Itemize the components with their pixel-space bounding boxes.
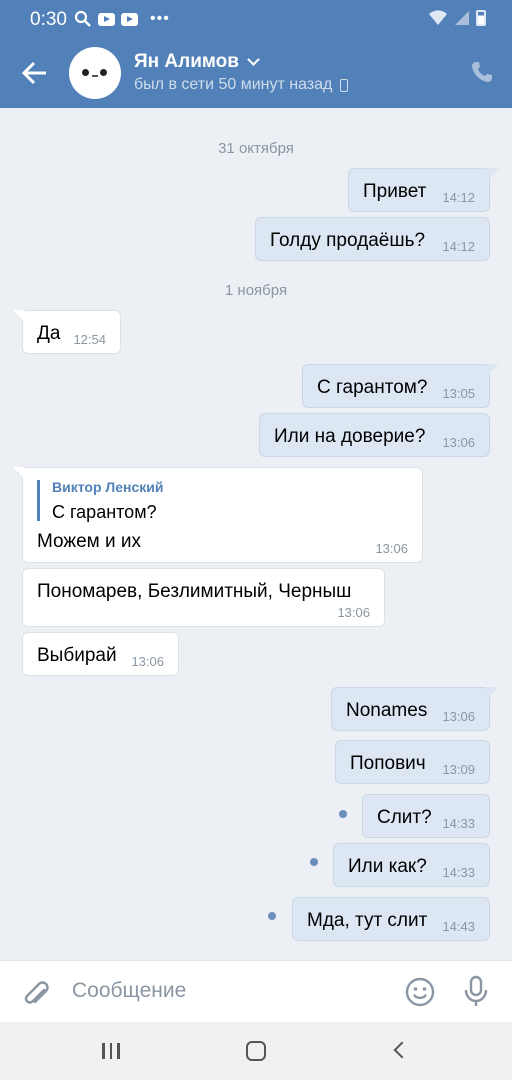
message-time: 13:06: [337, 605, 370, 620]
signal-icon: [455, 11, 469, 25]
message-time: 13:06: [442, 435, 475, 450]
unread-indicator: [339, 810, 347, 818]
chevron-down-icon: [247, 53, 260, 66]
message-composer: Сообщение: [0, 960, 512, 1022]
avatar-mouth: [92, 75, 98, 77]
last-seen-text: был в сети 50 минут назад: [134, 76, 333, 93]
message-incoming[interactable]: Выбирай 13:06: [22, 632, 179, 676]
contact-name-button[interactable]: Ян Алимов: [134, 51, 260, 73]
message-time: 14:33: [442, 865, 475, 880]
message-time: 14:12: [442, 239, 475, 254]
unread-indicator: [268, 912, 276, 920]
message-text: Пономарев, Безлимитный, Черныш: [37, 581, 352, 602]
quoted-author: Виктор Ленский: [52, 479, 164, 495]
home-icon[interactable]: [246, 1041, 266, 1061]
bubble-tail: [13, 310, 25, 322]
message-text: Попович: [350, 753, 426, 774]
recents-icon[interactable]: [102, 1043, 120, 1059]
status-time: 0:30: [30, 9, 67, 30]
emoji-icon[interactable]: [405, 977, 435, 1007]
mobile-icon: [340, 78, 349, 92]
mic-icon[interactable]: [462, 975, 490, 1007]
message-outgoing[interactable]: Голду продаёшь? 14:12: [255, 217, 490, 261]
message-time: 13:09: [442, 762, 475, 777]
contact-name: Ян Алимов: [134, 51, 239, 72]
message-outgoing[interactable]: Слит? 14:33: [362, 794, 490, 838]
message-outgoing[interactable]: Привет 14:12: [348, 168, 499, 212]
message-time: 13:06: [442, 709, 475, 724]
message-input[interactable]: Сообщение: [72, 979, 186, 1003]
attach-icon[interactable]: [22, 977, 50, 1007]
back-arrow-icon[interactable]: [20, 58, 50, 88]
message-text: Nonames: [346, 700, 428, 721]
bubble-tail: [487, 168, 499, 180]
message-text: Или на доверие?: [274, 426, 426, 447]
quoted-message[interactable]: Виктор Ленский С гарантом?: [37, 480, 163, 521]
search-icon: [74, 10, 91, 27]
youtube-icon: [98, 12, 115, 26]
message-outgoing[interactable]: Попович 13:09: [335, 740, 490, 784]
message-time: 14:43: [442, 919, 475, 934]
message-time: 14:33: [442, 816, 475, 831]
message-outgoing[interactable]: С гарантом? 13:05: [302, 364, 499, 408]
message-text: С гарантом?: [317, 377, 428, 398]
message-outgoing[interactable]: Мда, тут слит 14:43: [292, 897, 490, 941]
date-separator: 1 ноября: [224, 282, 288, 299]
last-seen: был в сети 50 минут назад: [134, 76, 349, 94]
system-nav-bar: [0, 1022, 512, 1080]
message-text: Или как?: [348, 856, 427, 877]
status-notifications: •••: [74, 10, 170, 28]
message-time: 14:12: [442, 190, 475, 205]
message-text: Слит?: [377, 807, 432, 828]
wifi-icon: [429, 10, 447, 25]
message-list[interactable]: 31 октября Привет 14:12 Голду продаёшь? …: [0, 108, 512, 960]
youtube-icon: [121, 12, 138, 26]
bubble-tail: [487, 364, 499, 376]
status-system-icons: [428, 10, 486, 26]
message-text: Да: [37, 323, 61, 344]
message-incoming[interactable]: Пономарев, Безлимитный, Черныш 13:06: [22, 568, 385, 627]
message-incoming[interactable]: Да 12:54: [13, 310, 121, 354]
avatar-eye: [82, 69, 89, 76]
message-text: Привет: [363, 181, 427, 202]
unread-indicator: [310, 858, 318, 866]
message-outgoing[interactable]: Или как? 14:33: [333, 843, 490, 887]
message-time: 13:06: [375, 541, 408, 556]
message-outgoing[interactable]: Или на доверие? 13:06: [259, 413, 490, 457]
avatar-eye: [100, 69, 107, 76]
message-time: 13:06: [131, 654, 164, 669]
battery-icon: [476, 10, 486, 26]
message-time: 12:54: [73, 332, 106, 347]
message-outgoing[interactable]: Nonames 13:06: [331, 687, 499, 731]
nav-back-icon[interactable]: [393, 1041, 411, 1059]
call-icon[interactable]: [470, 60, 494, 84]
message-text: Голду продаёшь?: [270, 230, 426, 251]
bubble-tail: [487, 687, 499, 699]
message-time: 13:05: [442, 386, 475, 401]
more-notifications-icon: •••: [150, 10, 170, 27]
message-incoming-reply[interactable]: Виктор Ленский С гарантом? Можем и их 13…: [13, 467, 423, 563]
chat-header: 0:30 ••• Ян Алимов был в сети 50 минут н…: [0, 0, 512, 108]
bubble-tail: [13, 467, 25, 479]
message-text: Можем и их: [37, 531, 142, 552]
message-text: Мда, тут слит: [307, 910, 428, 931]
message-text: Выбирай: [37, 645, 117, 666]
date-separator: 31 октября: [218, 140, 294, 157]
status-bar: 0:30 •••: [0, 0, 512, 38]
avatar[interactable]: [69, 47, 121, 99]
quoted-text: С гарантом?: [52, 502, 157, 522]
